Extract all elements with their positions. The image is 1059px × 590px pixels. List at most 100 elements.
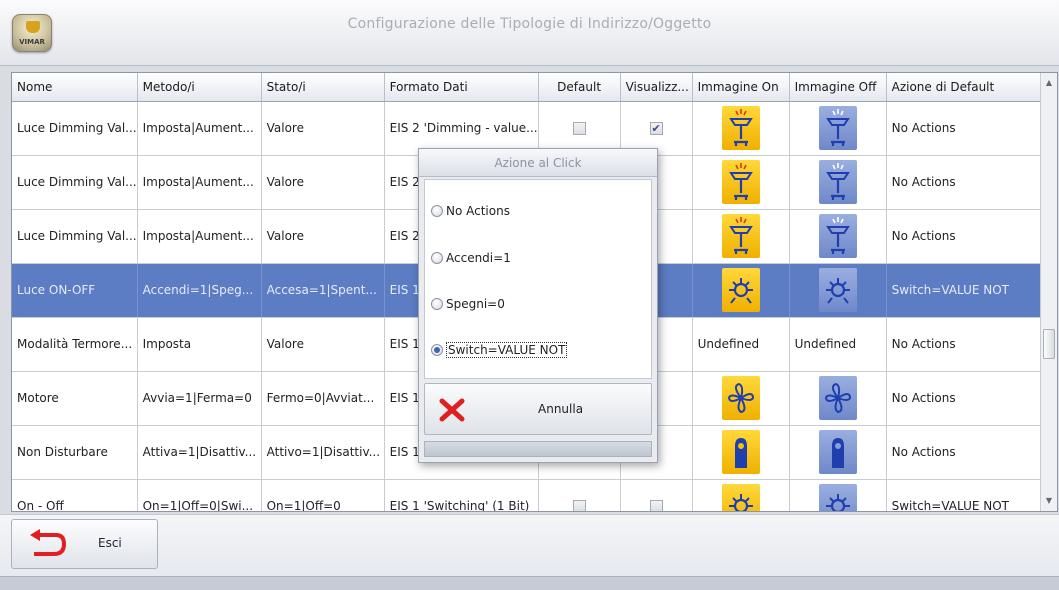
cell-img-on[interactable]: [692, 209, 790, 264]
radio-accendi[interactable]: [431, 252, 443, 264]
cell-azione[interactable]: No Actions: [886, 155, 1050, 210]
logo-text: VIMAR: [19, 38, 45, 46]
cell-metodo[interactable]: Imposta|Aument...: [137, 209, 262, 264]
option-switch-value-not[interactable]: Switch=VALUE NOT: [431, 340, 568, 360]
door-hanger-icon: [721, 430, 760, 474]
cell-img-off[interactable]: Undefined: [789, 317, 887, 372]
cell-nome[interactable]: Modalità Termore...: [12, 317, 138, 372]
option-accendi[interactable]: Accendi=1: [431, 248, 511, 268]
cell-formato[interactable]: EIS 1 'Switching' (1 Bit): [384, 479, 539, 511]
cell-img-off[interactable]: [789, 209, 887, 264]
cell-metodo[interactable]: On=1|Off=0|Swi...: [137, 479, 262, 511]
cell-img-off[interactable]: [789, 101, 887, 156]
col-header-immagine-off[interactable]: Immagine Off: [789, 73, 887, 102]
scroll-up-icon[interactable]: ▲: [1041, 75, 1057, 91]
cell-stato[interactable]: On=1|Off=0: [261, 479, 385, 511]
col-header-nome[interactable]: Nome: [12, 73, 138, 102]
cell-stato[interactable]: Valore: [261, 317, 385, 372]
visualizza-checkbox[interactable]: ✔: [649, 122, 663, 135]
cell-nome[interactable]: Luce Dimming Val...: [12, 209, 138, 264]
cell-metodo[interactable]: Imposta|Aument...: [137, 155, 262, 210]
col-header-metodo[interactable]: Metodo/i: [137, 73, 262, 102]
default-checkbox[interactable]: [572, 500, 586, 511]
cell-stato[interactable]: Valore: [261, 209, 385, 264]
cell-stato[interactable]: Attivo=1|Disattiv...: [261, 425, 385, 480]
cell-nome[interactable]: On - Off: [12, 479, 138, 511]
cell-azione[interactable]: Switch=VALUE NOT: [886, 479, 1050, 511]
cell-stato[interactable]: Accesa=1|Spent...: [261, 263, 385, 318]
cell-default[interactable]: [538, 479, 621, 511]
cancel-x-icon: [439, 398, 465, 422]
cell-nome[interactable]: Luce Dimming Val...: [12, 101, 138, 156]
cell-azione[interactable]: No Actions: [886, 209, 1050, 264]
fan-icon: [721, 376, 760, 420]
cell-img-off[interactable]: [789, 479, 887, 511]
cell-img-off[interactable]: [789, 155, 887, 210]
cell-img-off[interactable]: [789, 425, 887, 480]
cell-img-on[interactable]: [692, 101, 790, 156]
dimmer-lamp-icon: [818, 214, 857, 258]
status-bar: [0, 576, 1059, 590]
col-header-visualizza[interactable]: Visualizz...: [620, 73, 693, 102]
dimmer-lamp-icon: [721, 214, 760, 258]
cell-img-on[interactable]: Undefined: [692, 317, 790, 372]
table-row[interactable]: Luce Dimming Val... Imposta|Aument... Valo…: [12, 101, 1050, 156]
col-header-immagine-on[interactable]: Immagine On: [692, 73, 790, 102]
cell-nome[interactable]: Luce Dimming Val...: [12, 155, 138, 210]
dialog-options: No Actions Accendi=1 Spegni=0 Switch=VAL…: [424, 179, 652, 379]
option-no-actions[interactable]: No Actions: [431, 201, 510, 221]
cancel-label: Annulla: [538, 402, 584, 416]
footer-toolbar: Esci: [0, 514, 1059, 576]
cell-nome[interactable]: Motore: [12, 371, 138, 426]
col-header-formato[interactable]: Formato Dati: [384, 73, 539, 102]
option-label: Spegni=0: [446, 297, 505, 311]
cell-azione[interactable]: No Actions: [886, 425, 1050, 480]
table-row[interactable]: On - Off On=1|Off=0|Swi... On=1|Off=0 EIS 1…: [12, 479, 1050, 511]
cell-metodo[interactable]: Attiva=1|Disattiv...: [137, 425, 262, 480]
cell-azione[interactable]: No Actions: [886, 371, 1050, 426]
radio-switch-value-not[interactable]: [431, 344, 443, 356]
option-spegni[interactable]: Spegni=0: [431, 294, 505, 314]
cell-metodo[interactable]: Imposta|Aument...: [137, 101, 262, 156]
cell-metodo[interactable]: Avvia=1|Ferma=0: [137, 371, 262, 426]
cell-default[interactable]: [538, 101, 621, 156]
default-checkbox[interactable]: [572, 122, 586, 135]
radio-spegni[interactable]: [431, 298, 443, 310]
vertical-scrollbar[interactable]: ▲ ▼: [1040, 73, 1057, 511]
cell-img-off[interactable]: [789, 263, 887, 318]
col-header-azione[interactable]: Azione di Default: [886, 73, 1050, 102]
cell-visualizza[interactable]: ✔: [620, 101, 693, 156]
scroll-thumb[interactable]: [1043, 329, 1055, 359]
cell-img-on[interactable]: [692, 425, 790, 480]
cell-img-on[interactable]: [692, 479, 790, 511]
cell-stato[interactable]: Valore: [261, 101, 385, 156]
cell-formato[interactable]: EIS 2 'Dimming - value...: [384, 101, 539, 156]
exit-button[interactable]: Esci: [11, 519, 158, 569]
cell-metodo[interactable]: Accendi=1|Speg...: [137, 263, 262, 318]
visualizza-checkbox[interactable]: [649, 500, 663, 511]
cell-azione[interactable]: No Actions: [886, 317, 1050, 372]
dimmer-lamp-icon: [721, 160, 760, 204]
fan-icon: [818, 376, 857, 420]
cell-visualizza[interactable]: [620, 479, 693, 511]
cell-img-on[interactable]: [692, 155, 790, 210]
scroll-down-icon[interactable]: ▼: [1041, 493, 1057, 509]
col-header-stato[interactable]: Stato/i: [261, 73, 385, 102]
cell-img-on[interactable]: [692, 371, 790, 426]
title-bar: VIMAR Configurazione delle Tipologie di …: [0, 0, 1059, 66]
radio-no-actions[interactable]: [431, 205, 443, 217]
dimmer-lamp-icon: [721, 106, 760, 150]
dialog-footer: [424, 441, 652, 457]
cancel-button[interactable]: Annulla: [424, 383, 652, 435]
cell-img-on[interactable]: [692, 263, 790, 318]
cell-azione[interactable]: No Actions: [886, 101, 1050, 156]
cell-metodo[interactable]: Imposta: [137, 317, 262, 372]
cell-nome[interactable]: Non Disturbare: [12, 425, 138, 480]
cell-azione[interactable]: Switch=VALUE NOT: [886, 263, 1050, 318]
col-header-default[interactable]: Default: [538, 73, 621, 102]
cell-img-off[interactable]: [789, 371, 887, 426]
cell-stato[interactable]: Fermo=0|Avviat...: [261, 371, 385, 426]
dialog-title: Azione al Click: [419, 149, 657, 177]
cell-stato[interactable]: Valore: [261, 155, 385, 210]
cell-nome[interactable]: Luce ON-OFF: [12, 263, 138, 318]
